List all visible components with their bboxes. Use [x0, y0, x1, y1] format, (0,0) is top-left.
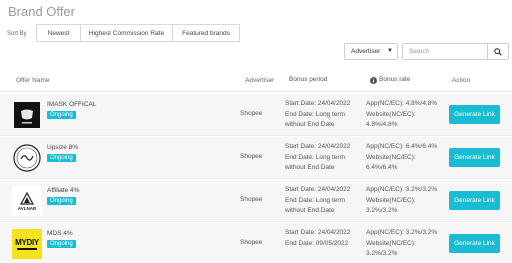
column-action: Action [452, 77, 471, 84]
end-date: End Date: Long term without End Date [285, 197, 345, 214]
advertiser-name: Shopee [240, 196, 263, 203]
search-button[interactable] [487, 43, 509, 60]
offer-name: IMASK OFFICAL [47, 101, 97, 108]
column-bonus-rate-label: Bonus rate [379, 76, 411, 83]
sort-featured-brands-button[interactable]: Featured brands [173, 24, 240, 42]
end-date: End Date: Long term without End Date [285, 111, 345, 128]
table-row: AVLNAR Affiliate 4% Ongoing Shopee Start… [0, 180, 512, 222]
advertiser-name: Shopee [240, 239, 263, 246]
offer-name: Upsize 8% [47, 144, 79, 151]
generate-link-button[interactable]: Generate Link [449, 105, 500, 124]
app-rate: App(NC/EC): 6.4%/6.4% [366, 143, 438, 150]
info-icon[interactable] [370, 76, 377, 84]
imask-logo [12, 100, 42, 130]
mydiy-logo-text: MYDIY [15, 238, 39, 248]
sort-options: Newest Highest Commission Rate Featured … [36, 24, 240, 42]
status-badge: Ongoing [47, 197, 76, 205]
bonus-rate: App(NC/EC): 6.4%/6.4% Website(NC/EC): 6.… [366, 142, 446, 173]
column-bonus-rate: Bonus rate [370, 75, 450, 85]
table-row: MYDIY MDS 4% Ongoing Shopee Start Date: … [0, 223, 512, 263]
app-rate: App(NC/EC): 3.2%/3.2% [366, 186, 438, 193]
website-rate: Website(NC/EC): 4.8%/4.8% [366, 111, 416, 128]
sort-highest-commission-button[interactable]: Highest Commission Rate [81, 24, 173, 42]
status-badge: Ongoing [47, 240, 76, 248]
start-date: Start Date: 24/04/2022 [285, 229, 351, 236]
avlnar-logo: AVLNAR [12, 186, 42, 216]
offer-name: Affiliate 4% [47, 187, 80, 194]
search-placeholder: Search [409, 48, 430, 55]
start-date: Start Date: 24/04/2022 [285, 186, 351, 193]
advertiser-select[interactable]: Advertiser ▼ [344, 43, 398, 60]
bonus-rate: App(NC/EC): 4.8%/4.8% Website(NC/EC): 4.… [366, 99, 446, 130]
website-rate: Website(NC/EC): 6.4%/6.4% [366, 154, 416, 171]
bonus-period: Start Date: 24/04/2022 End Date: Long te… [285, 99, 363, 130]
generate-link-button[interactable]: Generate Link [449, 148, 500, 167]
column-advertiser: Advertiser [245, 77, 275, 84]
bonus-period: Start Date: 24/04/2022 End Date: Long te… [285, 142, 363, 173]
column-bonus-period: Bonus period [289, 76, 328, 83]
mydiy-logo: MYDIY [12, 229, 42, 259]
website-rate: Website(NC/EC): 3.2%/3.2% [366, 240, 416, 257]
page-title: Brand Offer [8, 4, 75, 19]
app-rate: App(NC/EC): 3.2%/3.2% [366, 229, 438, 236]
status-badge: Ongoing [47, 111, 76, 119]
sort-by-label: Sort By [7, 31, 27, 37]
end-date: End Date: Long term without End Date [285, 154, 345, 171]
upsize-logo [12, 143, 42, 173]
generate-link-button[interactable]: Generate Link [449, 234, 500, 253]
bonus-period: Start Date: 24/04/2022 End Date: 09/05/2… [285, 228, 363, 249]
bonus-rate: App(NC/EC): 3.2%/3.2% Website(NC/EC): 3.… [366, 228, 446, 259]
table-row: Upsize 8% Ongoing Shopee Start Date: 24/… [0, 137, 512, 179]
bonus-rate: App(NC/EC): 3.2%/3.2% Website(NC/EC): 3.… [366, 185, 446, 216]
avlnar-logo-text: AVLNAR [17, 205, 37, 211]
website-rate: Website(NC/EC): 3.2%/3.2% [366, 197, 416, 214]
chevron-down-icon: ▼ [387, 48, 393, 54]
table-header: Offer Name Advertiser Bonus period Bonus… [0, 70, 512, 92]
search-icon [494, 47, 502, 56]
start-date: Start Date: 24/04/2022 [285, 100, 351, 107]
search-input[interactable]: Search [402, 43, 487, 60]
offer-name: MDS 4% [47, 230, 73, 237]
start-date: Start Date: 24/04/2022 [285, 143, 351, 150]
column-offer-name: Offer Name [16, 77, 50, 84]
advertiser-name: Shopee [240, 110, 263, 117]
end-date: End Date: 09/05/2022 [285, 240, 349, 247]
table-row: IMASK OFFICAL Ongoing Shopee Start Date:… [0, 94, 512, 136]
advertiser-name: Shopee [240, 153, 263, 160]
generate-link-button[interactable]: Generate Link [449, 191, 500, 210]
bonus-period: Start Date: 24/04/2022 End Date: Long te… [285, 185, 363, 216]
app-rate: App(NC/EC): 4.8%/4.8% [366, 100, 438, 107]
advertiser-select-value: Advertiser [351, 48, 381, 55]
sort-newest-button[interactable]: Newest [36, 24, 81, 42]
status-badge: Ongoing [47, 154, 76, 162]
